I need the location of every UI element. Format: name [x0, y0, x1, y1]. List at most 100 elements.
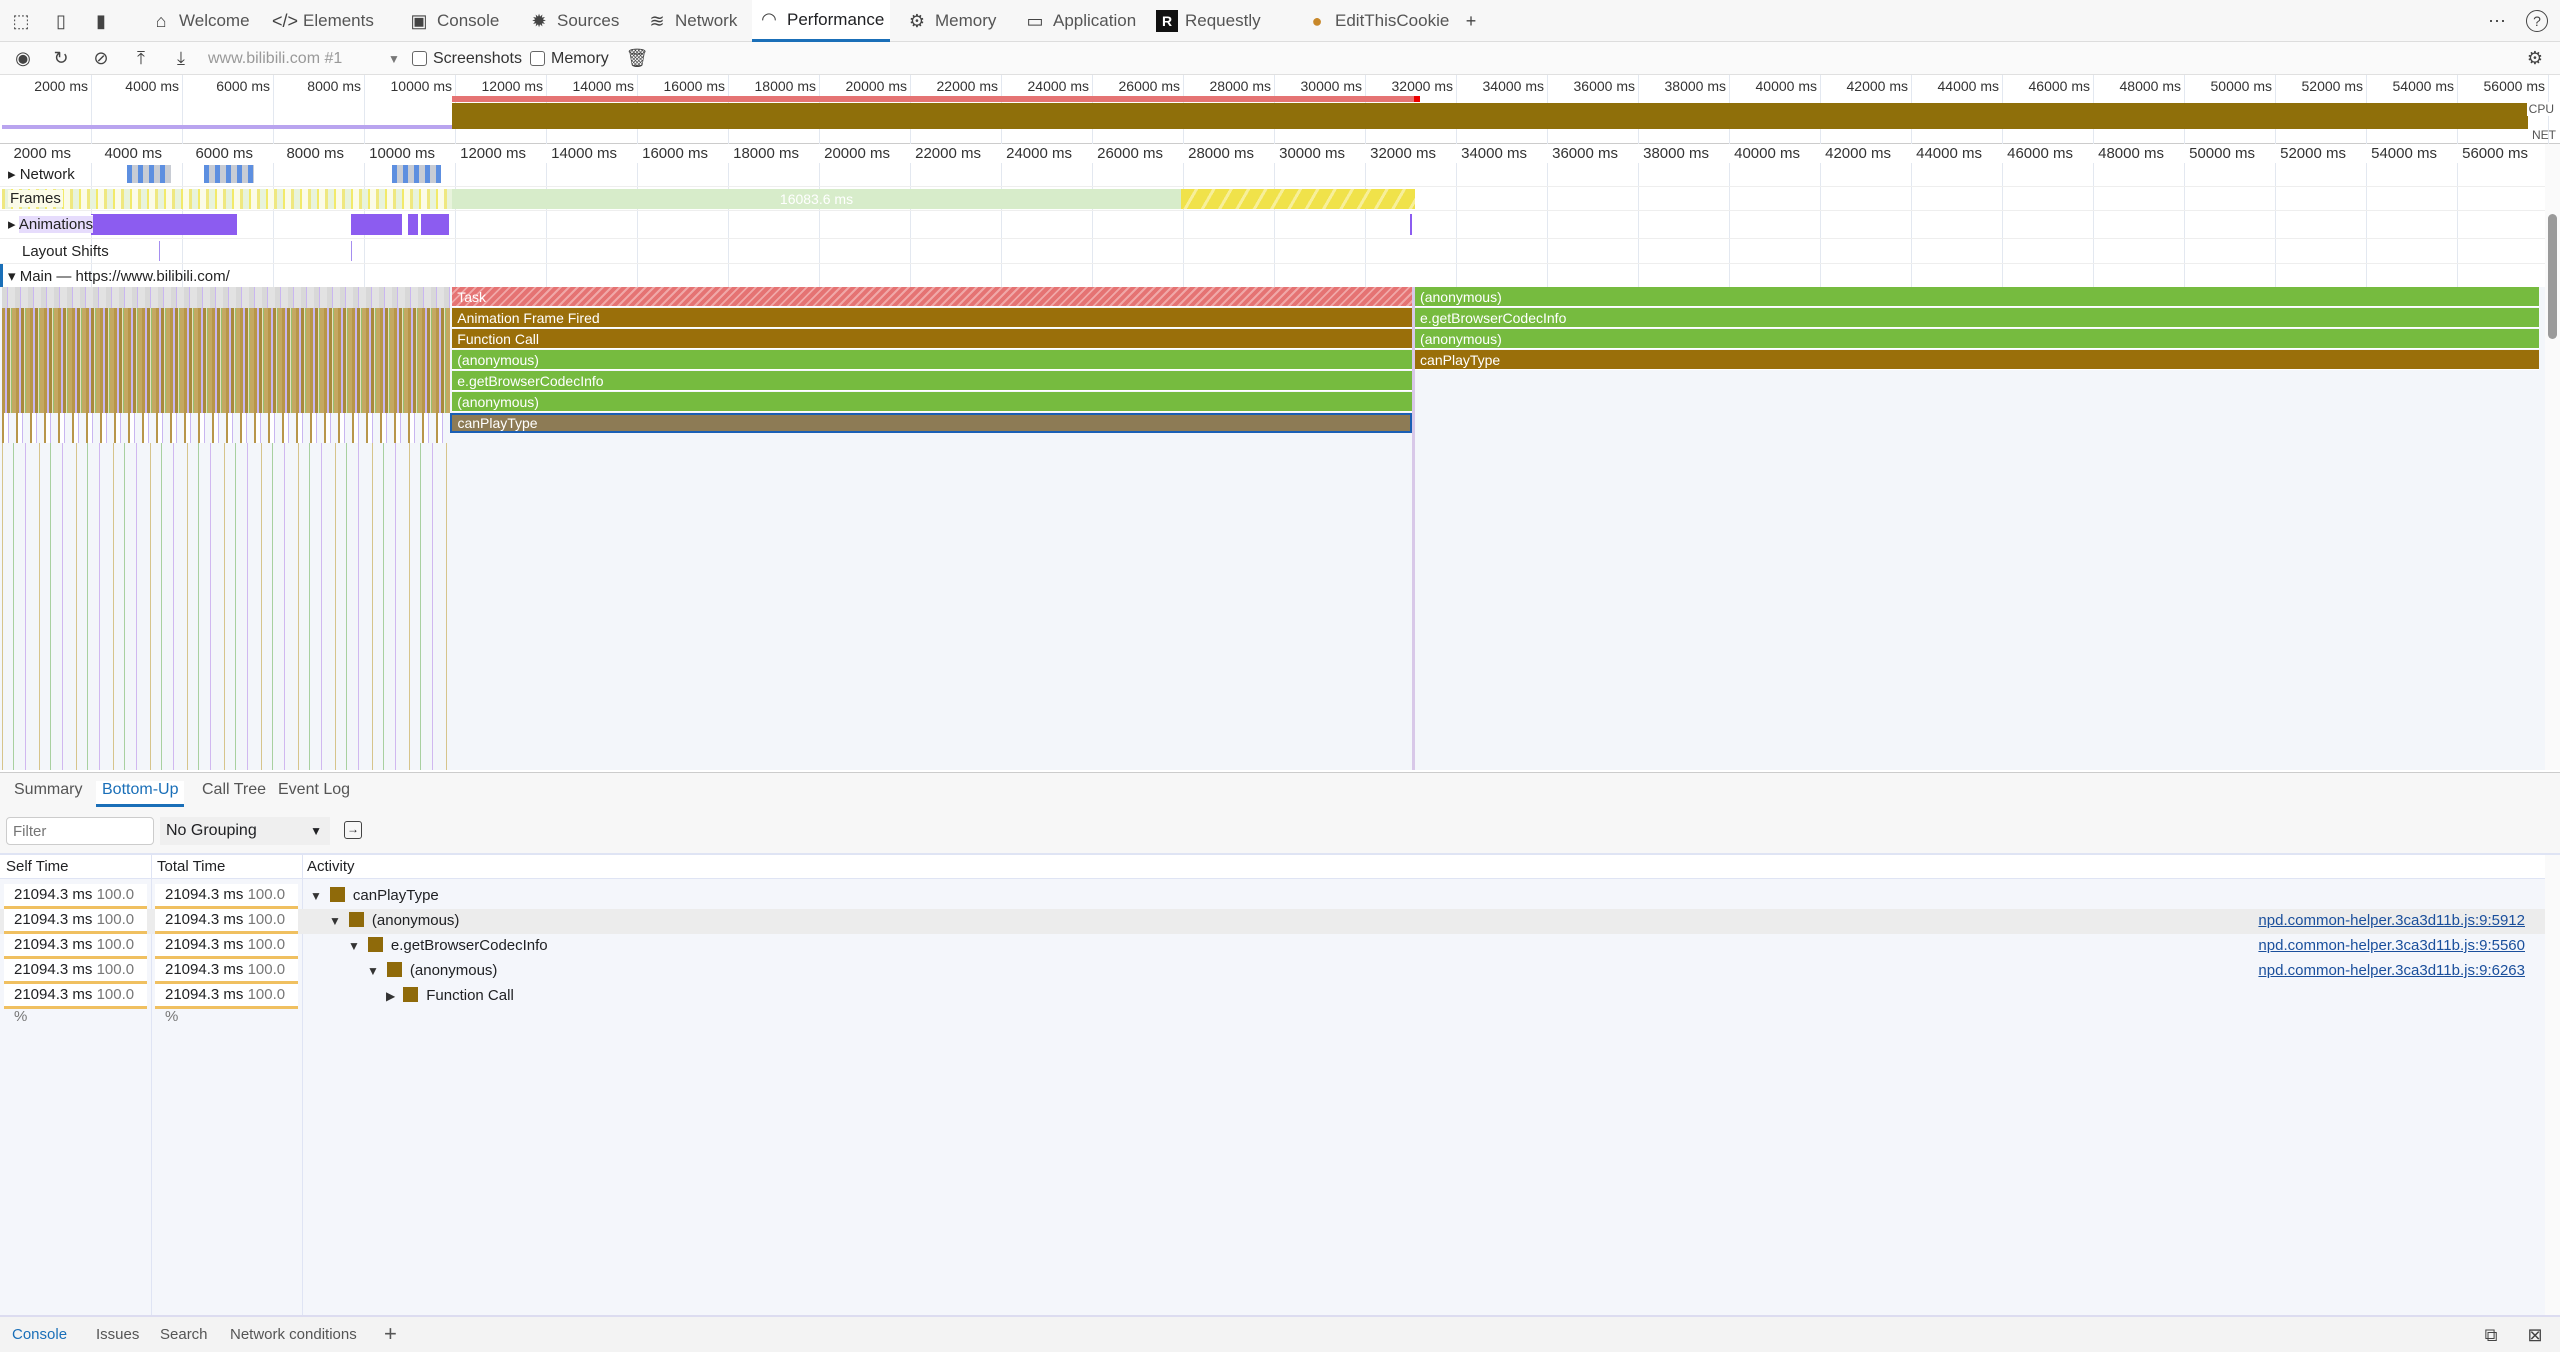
capture-settings-button[interactable]: ⚙ — [2524, 46, 2546, 71]
screenshots-checkbox[interactable]: Screenshots — [412, 46, 522, 71]
tab-application[interactable]: ▭ Application — [1018, 0, 1142, 42]
expand-arrow-icon[interactable]: ▼ — [367, 964, 379, 978]
add-tab-icon[interactable]: + — [1460, 10, 1482, 32]
network-track[interactable]: ▸ Network — [0, 163, 2545, 187]
source-link[interactable]: npd.common-helper.3ca3d11b.js:9:5560 — [2258, 937, 2525, 954]
drawer-tab-console[interactable]: Console — [12, 1326, 67, 1343]
net-label: NET — [2532, 128, 2556, 142]
flame-entry-anonymous[interactable]: (anonymous) — [1415, 287, 2539, 307]
expand-arrow-icon[interactable]: ▼ — [329, 914, 341, 928]
inspect-icon[interactable]: ⬚ — [10, 10, 32, 32]
flame-entry-anonymous[interactable]: (anonymous) — [452, 392, 1412, 412]
flame-entry-canplaytype[interactable]: canPlayType — [450, 413, 1412, 433]
help-icon[interactable]: ? — [2526, 10, 2548, 32]
table-scrollbar[interactable] — [2545, 855, 2560, 1318]
tab-call-tree[interactable]: Call Tree — [196, 781, 272, 807]
tab-requestly[interactable]: R Requestly — [1150, 0, 1267, 42]
column-activity[interactable]: Activity — [307, 858, 355, 875]
device-toggle-icon[interactable]: ▯ — [50, 10, 72, 32]
overview-tick-label: 28000 ms — [1209, 78, 1271, 94]
table-row[interactable]: 21094.3 ms 100.0 %21094.3 ms 100.0 % ▼ can… — [0, 884, 2545, 925]
tab-welcome[interactable]: ⌂ Welcome — [144, 0, 256, 42]
flame-entry-task[interactable]: Task — [452, 287, 1412, 307]
clear-button[interactable]: ⊘ — [90, 46, 112, 71]
table-row[interactable]: 21094.3 ms 100.0 % 21094.3 ms 100.0 % ▶ Fun… — [0, 984, 2545, 1025]
wifi-icon: ≋ — [649, 10, 665, 31]
tab-summary[interactable]: Summary — [8, 781, 88, 807]
collapsed-arrow-icon[interactable]: ▶ — [386, 989, 395, 1003]
table-row[interactable]: 21094.3 ms 100.0 %21094.3 ms 100.0 % ▼ (an… — [0, 959, 2545, 1000]
tab-event-log[interactable]: Event Log — [272, 781, 356, 807]
save-profile-button[interactable]: ⤓ — [170, 46, 192, 71]
scrollbar-thumb[interactable] — [2548, 214, 2557, 339]
tab-bottom-up[interactable]: Bottom-Up — [96, 781, 185, 807]
overview-tick-label: 46000 ms — [2028, 78, 2090, 94]
self-time: 21094.3 ms — [14, 886, 97, 903]
table-row[interactable]: 21094.3 ms 100.0 %21094.3 ms 100.0 % ▼ e.g… — [0, 934, 2545, 975]
grouping-select[interactable]: No Grouping ▼ — [160, 817, 330, 845]
source-link[interactable]: npd.common-helper.3ca3d11b.js:9:6263 — [2258, 962, 2525, 979]
ruler-tick-label: 8000 ms — [286, 145, 344, 162]
long-frame[interactable]: 16083.6 ms — [452, 189, 1181, 209]
tab-network[interactable]: ≋ Network — [640, 0, 743, 42]
frames-track[interactable]: Frames 16083.6 ms — [0, 187, 2545, 211]
table-row[interactable]: 21094.3 ms 100.0 %21094.3 ms 100.0 % ▼ (an… — [0, 909, 2545, 950]
filter-input[interactable] — [6, 817, 154, 845]
profile-select[interactable]: www.bilibili.com #1 ▼ — [208, 46, 400, 71]
drawer-tab-network-conditions[interactable]: Network conditions — [230, 1326, 357, 1343]
column-self-time[interactable]: Self Time — [6, 858, 69, 875]
reload-record-button[interactable]: ↻ — [50, 46, 72, 71]
load-profile-button[interactable]: ⤒ — [130, 46, 152, 71]
flame-entry-anonymous[interactable]: (anonymous) — [452, 350, 1412, 370]
tab-label: Performance — [787, 9, 885, 29]
expand-arrow-icon[interactable]: ▼ — [310, 889, 322, 903]
ruler-tick-label: 2000 ms — [13, 145, 71, 162]
function-color-icon — [329, 887, 345, 902]
flame-entry-function-call[interactable]: Function Call — [452, 329, 1412, 349]
animation-block — [91, 214, 237, 235]
cookie-icon: ● — [1311, 10, 1323, 31]
layout-shifts-track[interactable]: Layout Shifts — [0, 239, 2545, 264]
flame-entry-e-getbrowsercodecinfo[interactable]: e.getBrowserCodecInfo — [1415, 308, 2539, 328]
bug-icon: ✹ — [531, 10, 547, 31]
show-heaviest-stack-icon[interactable]: → — [344, 821, 362, 839]
timeline-scrollbar[interactable] — [2545, 144, 2560, 770]
checkbox-icon — [412, 51, 427, 66]
main-thread-track[interactable]: ▾ Main — https://www.bilibili.com/ — [0, 264, 2545, 770]
flame-entry-anonymous[interactable]: (anonymous) — [1415, 329, 2539, 349]
dock-side-icon[interactable]: ▮ — [90, 10, 112, 32]
source-link[interactable]: npd.common-helper.3ca3d11b.js:9:5912 — [2258, 912, 2525, 929]
ruler-tick-label: 42000 ms — [1825, 145, 1891, 162]
tab-label: EditThisCookie — [1335, 11, 1450, 30]
tab-performance[interactable]: ◠ Performance — [752, 0, 891, 42]
memory-checkbox[interactable]: Memory — [530, 46, 609, 71]
add-drawer-tab-icon[interactable]: + — [384, 1321, 397, 1347]
flame-entry-canplaytype[interactable]: canPlayType — [1415, 350, 2539, 370]
tab-console[interactable]: ▣ Console — [402, 0, 505, 42]
column-total-time[interactable]: Total Time — [157, 858, 225, 875]
long-task-bar — [452, 96, 1420, 102]
memory-label: Memory — [551, 49, 609, 67]
flame-entry-e-getbrowsercodecinfo[interactable]: e.getBrowserCodecInfo — [452, 371, 1412, 391]
self-time: 21094.3 ms — [14, 961, 97, 978]
total-time-cell: 21094.3 ms 100.0 % — [155, 884, 298, 925]
tab-label: Console — [437, 11, 500, 30]
close-drawer-icon[interactable]: ⊠ — [2524, 1324, 2546, 1346]
drawer-tab-search[interactable]: Search — [160, 1326, 208, 1343]
layout-shift-marker — [351, 241, 352, 261]
dropped-frame[interactable] — [1181, 189, 1415, 209]
flame-entry-animation-frame-fired[interactable]: Animation Frame Fired — [452, 308, 1412, 328]
tab-sources[interactable]: ✹ Sources — [522, 0, 625, 42]
more-options-icon[interactable]: ⋯ — [2486, 10, 2508, 32]
tab-editthiscookie[interactable]: ● EditThisCookie — [1300, 0, 1455, 42]
tab-memory[interactable]: ⚙ Memory — [900, 0, 1002, 42]
flame-chart[interactable]: Task Animation Frame Fired Function Call (a… — [0, 287, 2545, 770]
drawer-tab-issues[interactable]: Issues — [96, 1326, 139, 1343]
record-button[interactable]: ◉ — [12, 46, 34, 71]
tab-elements[interactable]: </> Elements — [268, 0, 380, 42]
dock-drawer-icon[interactable]: ⧉ — [2480, 1324, 2502, 1346]
expand-arrow-icon[interactable]: ▼ — [348, 939, 360, 953]
animations-track[interactable]: ▸ Animations — [0, 211, 2545, 239]
timeline-overview[interactable]: 2000 ms 4000 ms 6000 ms 8000 ms 10000 ms 1200… — [0, 75, 2560, 144]
garbage-collect-button[interactable]: 🗑 — [626, 46, 649, 71]
